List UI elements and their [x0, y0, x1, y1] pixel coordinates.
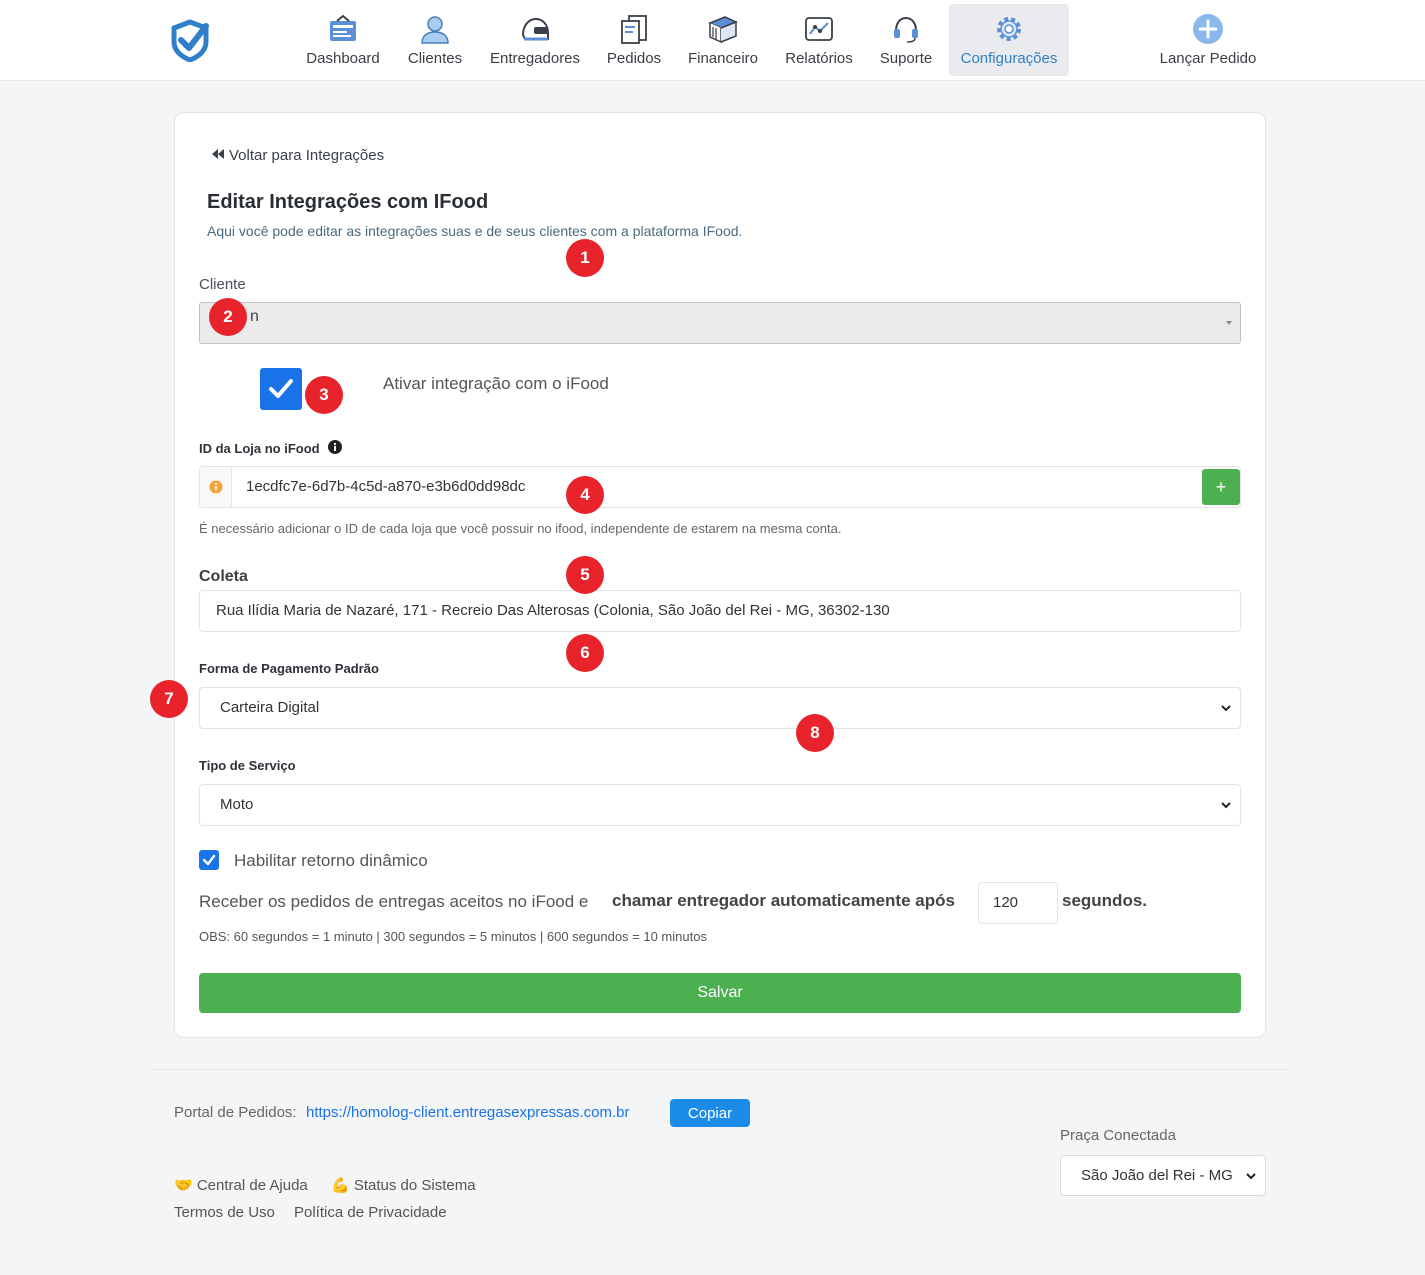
nav-label: Configurações — [960, 50, 1058, 67]
nav-clientes[interactable]: Clientes — [398, 4, 472, 76]
nav-lancar-pedido[interactable]: Lançar Pedido — [1150, 4, 1266, 76]
coleta-input[interactable]: Rua Ilídia Maria de Nazaré, 171 - Recrei… — [199, 590, 1241, 632]
annotation-marker: 3 — [305, 376, 343, 414]
payment-select[interactable]: Carteira Digital — [199, 687, 1241, 729]
system-status-link[interactable]: 💪 Status do Sistema — [331, 1176, 476, 1194]
nav-relatorios[interactable]: Relatórios — [776, 4, 862, 76]
nav-financeiro[interactable]: Financeiro — [678, 4, 768, 76]
annotation-marker: 8 — [796, 714, 834, 752]
nav-label: Pedidos — [606, 50, 662, 67]
nav-label: Financeiro — [687, 50, 759, 67]
checkmark-icon — [269, 379, 293, 398]
store-id-input[interactable]: 1ecdfc7e-6d7b-4c5d-a870-e3b6d0dd98dc — [246, 478, 525, 495]
footer-divider — [150, 1069, 1290, 1070]
service-select-value: Moto — [220, 796, 254, 813]
activate-ifood-checkbox[interactable] — [260, 368, 302, 410]
dashboard-icon — [326, 12, 360, 46]
nav-label: Entregadores — [489, 50, 581, 67]
helmet-icon — [518, 12, 552, 46]
portal-label: Portal de Pedidos: — [174, 1104, 297, 1121]
annotation-marker: 1 — [566, 239, 604, 277]
integration-card: Voltar para Integrações Editar Integraçõ… — [174, 112, 1266, 1038]
money-stack-icon — [706, 12, 740, 46]
gear-icon — [992, 12, 1026, 46]
user-icon — [418, 12, 452, 46]
obs-note: OBS: 60 segundos = 1 minuto | 300 segund… — [199, 929, 707, 944]
receipt-icon — [617, 12, 651, 46]
store-id-addon — [200, 467, 232, 507]
nav-label: Relatórios — [785, 50, 853, 67]
nav-label: Dashboard — [306, 50, 380, 67]
warning-info-icon — [209, 480, 222, 494]
chevron-down-icon — [1220, 701, 1232, 718]
nav-suporte[interactable]: Suporte — [870, 4, 942, 76]
nav-pedidos[interactable]: Pedidos — [599, 4, 669, 76]
chart-icon — [802, 12, 836, 46]
nav-label: Clientes — [407, 50, 463, 67]
payment-select-value: Carteira Digital — [220, 699, 320, 716]
info-icon[interactable] — [327, 440, 342, 457]
annotation-marker: 5 — [566, 556, 604, 594]
caret-down-icon — [1226, 321, 1232, 325]
activate-ifood-label: Ativar integração com o iFood — [383, 374, 609, 393]
service-select[interactable]: Moto — [199, 784, 1241, 826]
checkmark-icon — [202, 854, 216, 866]
cliente-label: Cliente — [199, 276, 246, 293]
portal-url-link[interactable]: https://homolog-client.entregasexpressas… — [306, 1104, 630, 1121]
cliente-select[interactable]: n — [199, 302, 1241, 344]
copy-button[interactable]: Copiar — [670, 1099, 750, 1127]
store-id-help-text: É necessário adicionar o ID de cada loja… — [199, 521, 842, 536]
store-id-label-row: ID da Loja no iFood — [199, 440, 342, 457]
nav-label: Suporte — [879, 50, 933, 67]
nav-label: Lançar Pedido — [1159, 50, 1257, 67]
headset-icon — [889, 12, 923, 46]
annotation-marker: 2 — [209, 298, 247, 336]
terms-link[interactable]: Termos de Uso — [174, 1204, 275, 1221]
back-link-label: Voltar para Integrações — [229, 147, 385, 164]
back-to-integrations-link[interactable]: Voltar para Integrações — [211, 147, 384, 164]
help-center-link[interactable]: 🤝 Central de Ajuda — [174, 1176, 308, 1194]
seconds-input[interactable]: 120 — [978, 882, 1058, 924]
annotation-marker: 6 — [566, 634, 604, 672]
chevron-down-icon — [1220, 798, 1232, 815]
coleta-label: Coleta — [199, 568, 248, 585]
praca-select[interactable]: São João del Rei - MG — [1060, 1155, 1266, 1196]
cliente-select-value: n — [250, 308, 259, 325]
annotation-marker: 4 — [566, 476, 604, 514]
receive-orders-text: Receber os pedidos de entregas aceitos n… — [199, 892, 589, 911]
nav-dashboard[interactable]: Dashboard — [298, 4, 388, 76]
page-title: Editar Integrações com IFood — [207, 191, 489, 213]
store-id-label: ID da Loja no iFood — [199, 441, 320, 456]
privacy-link[interactable]: Política de Privacidade — [294, 1204, 447, 1221]
save-button[interactable]: Salvar — [199, 973, 1241, 1013]
nav-configuracoes[interactable]: Configurações — [949, 4, 1069, 76]
plus-circle-icon — [1191, 12, 1225, 46]
annotation-marker: 7 — [150, 680, 188, 718]
praca-label: Praça Conectada — [1060, 1127, 1176, 1144]
store-id-input-group: 1ecdfc7e-6d7b-4c5d-a870-e3b6d0dd98dc + — [199, 466, 1241, 508]
payment-label: Forma de Pagamento Padrão — [199, 661, 379, 676]
seconds-label: segundos. — [1062, 891, 1148, 910]
add-store-id-button[interactable]: + — [1202, 469, 1240, 505]
top-navigation: Dashboard Clientes Entregadores Pedidos … — [0, 0, 1425, 81]
dynamic-return-checkbox[interactable] — [199, 850, 219, 870]
dynamic-return-label: Habilitar retorno dinâmico — [234, 851, 428, 870]
brand-logo-icon[interactable] — [170, 18, 210, 63]
chevron-down-icon — [1245, 1169, 1257, 1186]
service-label: Tipo de Serviço — [199, 758, 296, 773]
page-subtitle: Aqui você pode editar as integrações sua… — [207, 223, 743, 239]
nav-entregadores[interactable]: Entregadores — [480, 4, 590, 76]
double-chevron-left-icon — [211, 147, 225, 164]
praca-select-value: São João del Rei - MG — [1081, 1167, 1233, 1184]
receive-orders-bold-text: chamar entregador automaticamente após — [612, 891, 955, 910]
